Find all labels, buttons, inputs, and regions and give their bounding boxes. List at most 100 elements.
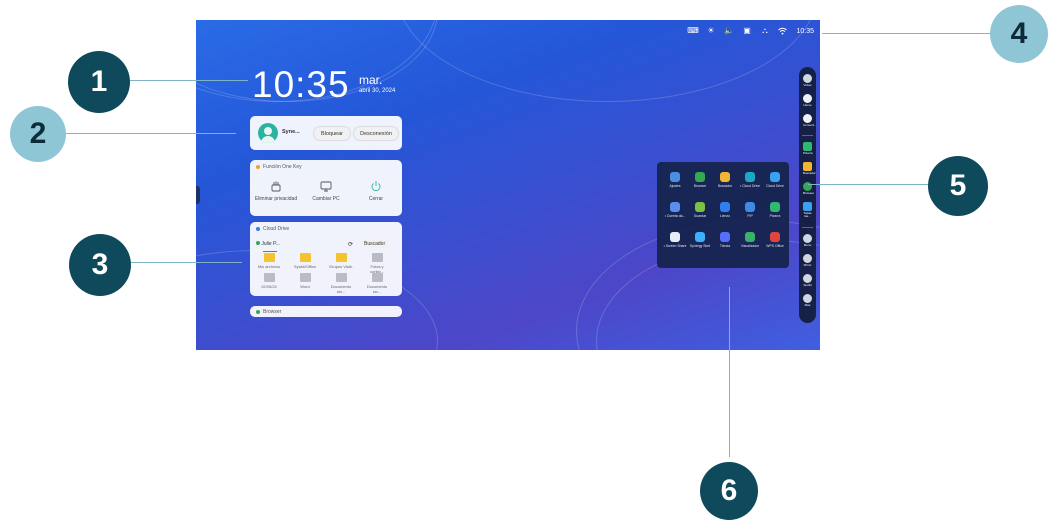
active-tab-indicator <box>263 251 277 252</box>
callout-line-4 <box>822 33 1000 34</box>
start-button[interactable]: Comenz... <box>803 114 817 127</box>
lock-button[interactable]: Bloquear <box>313 126 351 141</box>
file-item[interactable]: Mis archivos <box>256 253 282 269</box>
file-item[interactable]: Grupos Visib. <box>328 253 354 269</box>
user-icon <box>670 202 680 212</box>
toolbar-label: Pizarra <box>803 151 813 155</box>
app-label: Lienzo <box>720 214 730 218</box>
app-label: Pizarra <box>769 214 781 218</box>
file-label: Documento sin... <box>366 284 388 294</box>
browser-card[interactable]: Browser <box>250 306 402 317</box>
weekday: mar. <box>359 73 383 87</box>
callout-line-2 <box>60 133 236 134</box>
toolbar-label: Browser <box>803 191 815 195</box>
app-label: Synergy Sket <box>689 244 711 248</box>
one-key-title-text: Función One Key <box>263 164 302 170</box>
left-drawer-handle[interactable] <box>196 186 200 204</box>
app-label: Buscador <box>717 184 733 188</box>
toolbar-divider <box>802 227 813 228</box>
pip-icon <box>745 202 755 212</box>
folder-icon <box>803 162 812 171</box>
app-account[interactable]: • Cuenta da... <box>663 202 687 218</box>
screen-share-icon[interactable]: ▣ <box>742 27 751 35</box>
more-icon <box>803 294 812 303</box>
app-label: WPS Office <box>766 244 784 248</box>
back-button[interactable]: Volver <box>803 74 812 87</box>
volume-icon[interactable]: 🔈 <box>724 27 734 35</box>
brightness-icon[interactable]: ☀ <box>706 27 715 35</box>
finder-button[interactable]: Buscador <box>803 162 816 175</box>
folder-icon <box>263 253 275 262</box>
app-whiteboard[interactable]: Pizarra <box>763 202 787 218</box>
shutdown-button[interactable]: Cerrar <box>354 179 398 202</box>
shutdown-label: Cerrar <box>368 196 384 202</box>
refresh-icon[interactable]: ⟳ <box>348 241 353 248</box>
date: abril 30, 2024 <box>359 88 396 94</box>
app-viewer[interactable]: Visualizador <box>738 232 762 248</box>
app-cloud-drive-2[interactable]: • Cloud Drive <box>738 172 762 188</box>
file-item[interactable]: Documento sin... <box>328 273 354 294</box>
home-button[interactable]: Home <box>803 94 812 107</box>
app-label: Visualizador <box>740 244 760 248</box>
file-item[interactable]: Word <box>292 273 318 289</box>
file-item[interactable]: Syskit/Office <box>292 253 318 269</box>
mirror-button[interactable]: Mirror <box>803 254 812 267</box>
document-icon <box>263 273 275 282</box>
clock-time: 10:35 <box>252 64 350 105</box>
switch-pc-button[interactable]: Cambiar PC <box>304 179 348 202</box>
cloud-icon <box>695 232 705 242</box>
toolbar-label: Spotlit <box>803 283 812 287</box>
folder-icon <box>335 253 347 262</box>
more-button[interactable]: Más <box>803 294 812 307</box>
one-key-title: Función One Key <box>256 164 302 170</box>
file-item[interactable]: Documento sin... <box>364 273 390 294</box>
app-label: • Cloud Drive <box>740 184 760 188</box>
screen-share-icon <box>670 232 680 242</box>
toolbar-divider <box>802 135 813 136</box>
callout-line-1 <box>120 80 248 81</box>
app-save[interactable]: Guardar <box>688 202 712 218</box>
one-key-icon <box>256 165 260 169</box>
clear-privacy-button[interactable]: Eliminar privacidad <box>254 179 298 202</box>
network-icon[interactable]: ⛬ <box>760 27 769 35</box>
app-cloud-drive[interactable]: Cloud Drive <box>763 172 787 188</box>
spotlight-button[interactable]: Spotlit <box>803 274 812 287</box>
logout-button[interactable]: Desconexión <box>353 126 399 141</box>
document-icon <box>299 273 311 282</box>
app-synergy[interactable]: Synergy Sket <box>688 232 712 248</box>
cloud-icon <box>770 172 780 182</box>
cloud-account[interactable]: Julie P... <box>261 241 280 247</box>
keyboard-icon[interactable]: ⌨ <box>687 27 699 35</box>
one-key-card: Función One Key Eliminar privacidad Camb… <box>250 160 402 216</box>
app-finder[interactable]: Buscador <box>713 172 737 188</box>
file-label: Grupos Visib. <box>329 264 353 269</box>
app-screen-share[interactable]: • Screen Share <box>663 232 687 248</box>
menu-button[interactable]: Menu <box>803 234 812 247</box>
clear-privacy-label: Eliminar privacidad <box>254 196 298 202</box>
whiteboard-button[interactable]: Pizarra <box>803 142 813 155</box>
app-store[interactable]: Tienda <box>713 232 737 248</box>
file-label: Mis archivos <box>257 264 281 269</box>
app-pip[interactable]: PIP <box>738 202 762 218</box>
cloud-account-row: Julie P... ⟳ Buscador <box>256 240 396 250</box>
document-icon <box>371 273 383 282</box>
wifi-icon[interactable] <box>778 27 788 35</box>
app-canvas[interactable]: Lienzo <box>713 202 737 218</box>
file-item[interactable]: 02/05/24 <box>256 273 282 289</box>
app-label: Cloud Drive <box>766 184 784 188</box>
toolbar-label: Más <box>804 303 811 307</box>
avatar[interactable] <box>258 123 278 143</box>
search-button[interactable]: Buscador <box>360 240 390 248</box>
save-icon <box>695 202 705 212</box>
browser-icon <box>695 172 705 182</box>
grid-icon <box>803 202 812 211</box>
file-item[interactable]: Fotos y contig... <box>364 253 390 274</box>
app-settings[interactable]: Ajustes <box>663 172 687 188</box>
cloud-icon <box>256 227 260 231</box>
app-browser[interactable]: Browser <box>688 172 712 188</box>
all-apps-button[interactable]: Todas las... <box>803 202 812 218</box>
app-label: Ajustes <box>669 184 681 188</box>
file-label: Documento sin... <box>330 284 352 294</box>
app-wps-office[interactable]: WPS Office <box>763 232 787 248</box>
app-label: Browser <box>693 184 707 188</box>
